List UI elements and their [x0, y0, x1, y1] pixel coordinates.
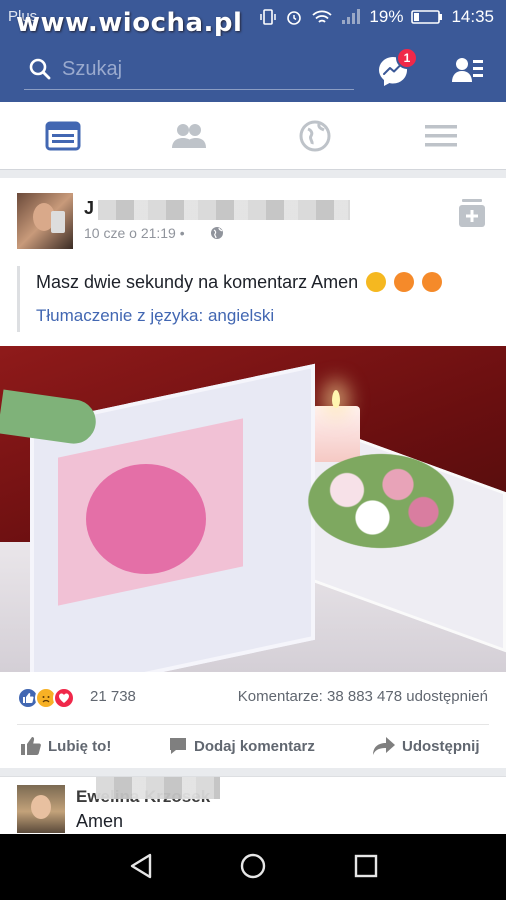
home-button[interactable] [239, 852, 267, 885]
search-input[interactable]: Szukaj [62, 58, 122, 81]
redacted-name [98, 200, 350, 220]
clock: 14:35 [451, 7, 494, 26]
post-photo[interactable] [0, 346, 506, 672]
comments-shares-count[interactable]: Komentarze: 38 883 478 udostępnień [238, 688, 488, 705]
post-text-content: Masz dwie sekundy na komentarz Amen [36, 272, 359, 292]
comment-item: Ewelina Krzosek Amen [0, 776, 506, 834]
tab-news-feed[interactable] [0, 102, 126, 170]
menu-icon [425, 125, 457, 147]
post-text: Masz dwie sekundy na komentarz Amen [36, 272, 443, 293]
watermark: www.wiocha.pl [16, 8, 243, 38]
recents-button[interactable] [352, 852, 380, 885]
divider [17, 724, 489, 725]
home-icon [240, 853, 266, 879]
friends-icon [172, 124, 206, 148]
comment-label: Dodaj komentarz [194, 737, 315, 755]
comment-button[interactable]: Dodaj komentarz [168, 734, 315, 758]
share-button[interactable]: Udostępnij [372, 734, 480, 758]
back-button[interactable] [128, 852, 156, 885]
app-header: Szukaj 1 [0, 36, 506, 102]
reaction-icons[interactable] [17, 686, 75, 710]
sad-emoji-icon [366, 272, 387, 292]
save-post-button[interactable] [458, 198, 486, 233]
crying-emoji-icon [394, 272, 415, 292]
commenter-avatar[interactable] [17, 785, 65, 833]
quote-bar [17, 266, 20, 332]
alarm-icon [285, 8, 303, 26]
tab-friends[interactable] [126, 102, 252, 170]
author-name[interactable]: J [84, 198, 94, 219]
public-globe-icon [210, 226, 224, 245]
tab-menu[interactable] [378, 102, 504, 170]
back-icon [130, 853, 152, 879]
status-bar: Plus www.wiocha.pl 19% 14:35 [0, 0, 506, 38]
author-avatar[interactable] [17, 193, 73, 249]
friend-requests-icon [452, 58, 483, 82]
like-label: Lubię to! [48, 737, 112, 755]
search-bar[interactable]: Szukaj [24, 50, 354, 90]
like-button[interactable]: Lubię to! [20, 734, 111, 758]
share-icon [373, 737, 395, 755]
vibrate-icon [259, 8, 277, 26]
comment-icon [170, 738, 186, 754]
share-label: Udostępnij [402, 737, 480, 755]
recents-icon [354, 854, 378, 878]
tab-notifications[interactable] [252, 102, 378, 170]
messenger-badge: 1 [396, 47, 418, 69]
comment-text: Amen [76, 811, 124, 831]
translate-link[interactable]: Tłumaczenie z języka: angielski [36, 306, 274, 326]
post-card: J 10 cze o 21:19 • Masz dwie sekundy na … [0, 178, 506, 768]
add-icon [459, 199, 485, 227]
thumbs-up-icon [21, 737, 41, 755]
friend-requests-button[interactable] [452, 56, 484, 89]
post-timestamp[interactable]: 10 cze o 21:19 • [84, 225, 185, 241]
battery-icon [411, 9, 443, 25]
system-nav-bar [0, 834, 506, 900]
globe-icon [299, 120, 331, 152]
wifi-icon [311, 8, 333, 26]
reaction-count[interactable]: 21 738 [90, 688, 136, 705]
status-icons: 19% 14:35 [259, 7, 494, 27]
love-reaction-icon [53, 687, 75, 709]
search-icon [28, 57, 52, 86]
signal-icon [341, 9, 361, 25]
battery-percent: 19% [369, 7, 404, 26]
news-feed-icon [45, 121, 81, 151]
crying-emoji-icon [422, 272, 443, 292]
redacted-commenter-name [96, 777, 220, 799]
tab-bar [0, 102, 506, 170]
